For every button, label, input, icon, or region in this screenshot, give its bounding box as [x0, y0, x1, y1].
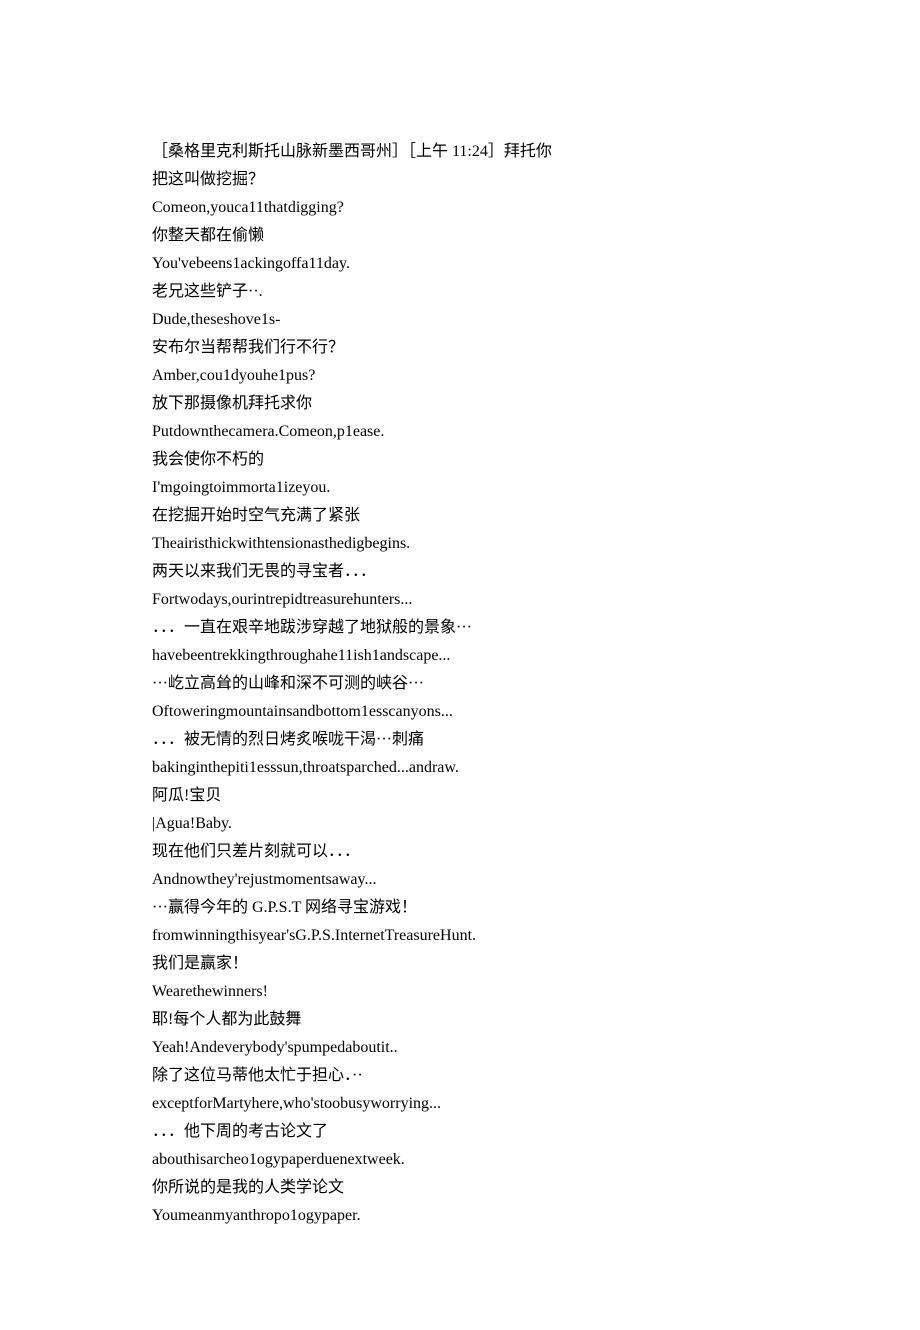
text-line: 我们是赢家！: [152, 950, 768, 978]
text-line: 安布尔当帮帮我们行不行？: [152, 334, 768, 362]
text-line: 阿瓜!宝贝: [152, 782, 768, 810]
text-line: Oftoweringmountainsandbottom1esscanyons.…: [152, 698, 768, 726]
text-line: 放下那摄像机拜托求你: [152, 390, 768, 418]
text-line: 你整天都在偷懒: [152, 222, 768, 250]
text-line: Andnowthey'rejustmomentsaway...: [152, 866, 768, 894]
text-line: ．．．一直在艰辛地跋涉穿越了地狱般的景象···: [152, 614, 768, 642]
text-line: 两天以来我们无畏的寻宝者．．．: [152, 558, 768, 586]
text-line: ···屹立高耸的山峰和深不可测的峡谷···: [152, 670, 768, 698]
text-line: 老兄这些铲子··.: [152, 278, 768, 306]
text-line: Fortwodays,ourintrepidtreasurehunters...: [152, 586, 768, 614]
text-line: ．．．被无情的烈日烤炙喉咙干渴···刺痛: [152, 726, 768, 754]
text-line: Wearethewinners!: [152, 978, 768, 1006]
text-line: Putdownthecamera.Comeon,p1ease.: [152, 418, 768, 446]
text-line: Youmeanmyanthropo1ogypaper.: [152, 1202, 768, 1230]
text-line: 你所说的是我的人类学论文: [152, 1174, 768, 1202]
text-line: 现在他们只差片刻就可以．．．: [152, 838, 768, 866]
text-line: ［桑格里克利斯托山脉新墨西哥州］［上午 11:24］拜托你: [152, 138, 768, 166]
text-line: fromwinningthisyear'sG.P.S.InternetTreas…: [152, 922, 768, 950]
text-line: 耶!每个人都为此鼓舞: [152, 1006, 768, 1034]
text-line: Amber,cou1dyouhe1pus?: [152, 362, 768, 390]
text-line: |Agua!Baby.: [152, 810, 768, 838]
text-line: I'mgoingtoimmorta1izeyou.: [152, 474, 768, 502]
document-page: ［桑格里克利斯托山脉新墨西哥州］［上午 11:24］拜托你把这叫做挖掘？Come…: [0, 0, 920, 1330]
text-line: 在挖掘开始时空气充满了紧张: [152, 502, 768, 530]
text-line: Comeon,youca11thatdigging?: [152, 194, 768, 222]
text-line: ···赢得今年的 G.P.S.T 网络寻宝游戏！: [152, 894, 768, 922]
text-line: 把这叫做挖掘？: [152, 166, 768, 194]
text-line: Yeah!Andeverybody'spumpedaboutit..: [152, 1034, 768, 1062]
text-line: havebeentrekkingthroughahe11ish1andscape…: [152, 642, 768, 670]
document-body: ［桑格里克利斯托山脉新墨西哥州］［上午 11:24］拜托你把这叫做挖掘？Come…: [152, 138, 768, 1230]
text-line: ．．．他下周的考古论文了: [152, 1118, 768, 1146]
text-line: 我会使你不朽的: [152, 446, 768, 474]
text-line: Dude,theseshove1s-: [152, 306, 768, 334]
text-line: You'vebeens1ackingoffa11day.: [152, 250, 768, 278]
text-line: 除了这位马蒂他太忙于担心．··: [152, 1062, 768, 1090]
text-line: bakinginthepiti1esssun,throatsparched...…: [152, 754, 768, 782]
text-line: Theairisthickwithtensionasthedigbegins.: [152, 530, 768, 558]
text-line: exceptforMartyhere,who'stoobusyworrying.…: [152, 1090, 768, 1118]
text-line: abouthisarcheo1ogypaperduenextweek.: [152, 1146, 768, 1174]
